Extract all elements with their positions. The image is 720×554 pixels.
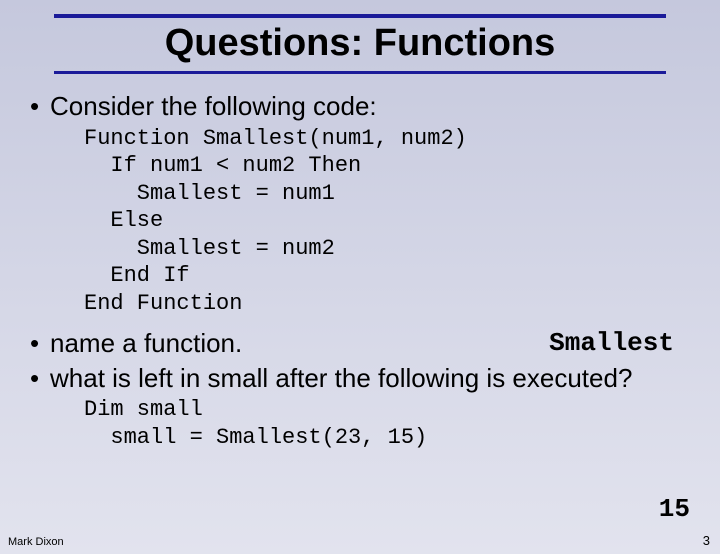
bullet-2: • name a function. Smallest (26, 327, 694, 360)
answer-1: Smallest (549, 327, 674, 360)
code-block-2: Dim small small = Smallest(23, 15) (84, 396, 694, 451)
bullet-3: • what is left in small after the follow… (26, 362, 694, 395)
code-block-1: Function Smallest(num1, num2) If num1 < … (84, 125, 694, 318)
answer-2: 15 (659, 494, 690, 524)
bullet-dot: • (26, 90, 50, 123)
bullet-1-text: Consider the following code: (50, 90, 694, 123)
bullet-dot: • (26, 362, 50, 395)
title-underline (54, 71, 666, 74)
bullet-1: • Consider the following code: (26, 90, 694, 123)
content-area: • Consider the following code: Function … (0, 90, 720, 451)
slide-title: Questions: Functions (0, 22, 720, 65)
footer-author: Mark Dixon (8, 536, 64, 548)
header-rule (54, 14, 666, 18)
bullet-dot: • (26, 327, 50, 360)
footer-page: 3 (703, 533, 710, 548)
bullet-3-text: what is left in small after the followin… (50, 362, 694, 395)
